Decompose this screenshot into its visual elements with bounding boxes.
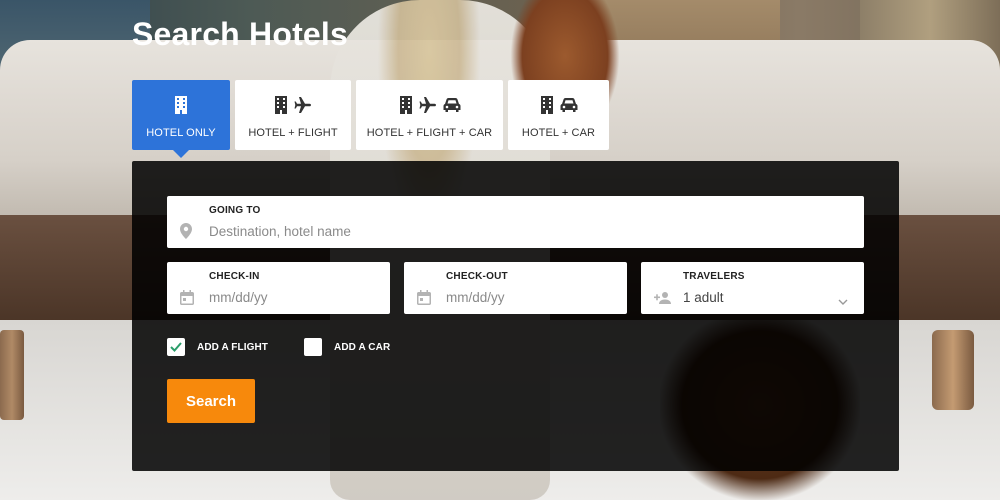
building-icon [399, 96, 413, 114]
add-flight-checkbox[interactable]: ADD A FLIGHT [167, 338, 268, 356]
going-to-field[interactable]: GOING TO Destination, hotel name [167, 196, 864, 248]
tab-label: HOTEL ONLY [146, 127, 216, 139]
search-panel: GOING TO Destination, hotel name CHECK-I… [132, 161, 899, 471]
tab-icons [274, 95, 312, 115]
tab-hotel-flight-car[interactable]: HOTEL + FLIGHT + CAR [356, 80, 503, 150]
travelers-select[interactable]: TRAVELERS 1 adult [641, 262, 864, 314]
check-in-label: CHECK-IN [209, 271, 260, 282]
travelers-label: TRAVELERS [683, 271, 745, 282]
checkbox-checked[interactable] [167, 338, 185, 356]
page-title: Search Hotels [132, 16, 349, 52]
check-in-field[interactable]: CHECK-IN mm/dd/yy [167, 262, 390, 314]
building-icon [174, 96, 188, 114]
plane-icon [294, 96, 312, 114]
tab-hotel-only[interactable]: HOTEL ONLY [132, 80, 230, 158]
check-out-label: CHECK-OUT [446, 271, 508, 282]
travelers-value: 1 adult [683, 290, 724, 305]
tab-icons [540, 95, 578, 115]
car-icon [560, 97, 578, 113]
add-car-label: ADD A CAR [334, 341, 391, 353]
building-icon [540, 96, 554, 114]
check-out-input[interactable]: mm/dd/yy [446, 290, 505, 305]
check-out-field[interactable]: CHECK-OUT mm/dd/yy [404, 262, 627, 314]
building-icon [274, 96, 288, 114]
tab-hotel-flight[interactable]: HOTEL + FLIGHT [235, 80, 351, 150]
checkbox-unchecked[interactable] [304, 338, 322, 356]
tab-label: HOTEL + CAR [521, 127, 596, 139]
calendar-icon [417, 290, 431, 310]
tab-label: HOTEL + FLIGHT + CAR [366, 127, 493, 139]
going-to-label: GOING TO [209, 205, 261, 216]
plane-icon [419, 96, 437, 114]
search-button[interactable]: Search [167, 379, 255, 423]
checkmark-icon [170, 342, 182, 352]
check-in-input[interactable]: mm/dd/yy [209, 290, 268, 305]
background-bed-leg [932, 330, 974, 410]
going-to-input[interactable]: Destination, hotel name [209, 224, 351, 239]
calendar-icon [180, 290, 194, 310]
add-person-icon [654, 291, 672, 309]
background-bed-leg [0, 330, 24, 420]
tab-label: HOTEL + FLIGHT [248, 127, 338, 139]
tab-hotel-car[interactable]: HOTEL + CAR [508, 80, 609, 150]
add-car-checkbox[interactable]: ADD A CAR [304, 338, 390, 356]
tab-icons [174, 95, 188, 115]
chevron-down-icon[interactable] [838, 292, 848, 310]
tab-icons [399, 95, 461, 115]
car-icon [443, 97, 461, 113]
location-pin-icon [180, 223, 192, 244]
add-flight-label: ADD A FLIGHT [197, 341, 269, 353]
